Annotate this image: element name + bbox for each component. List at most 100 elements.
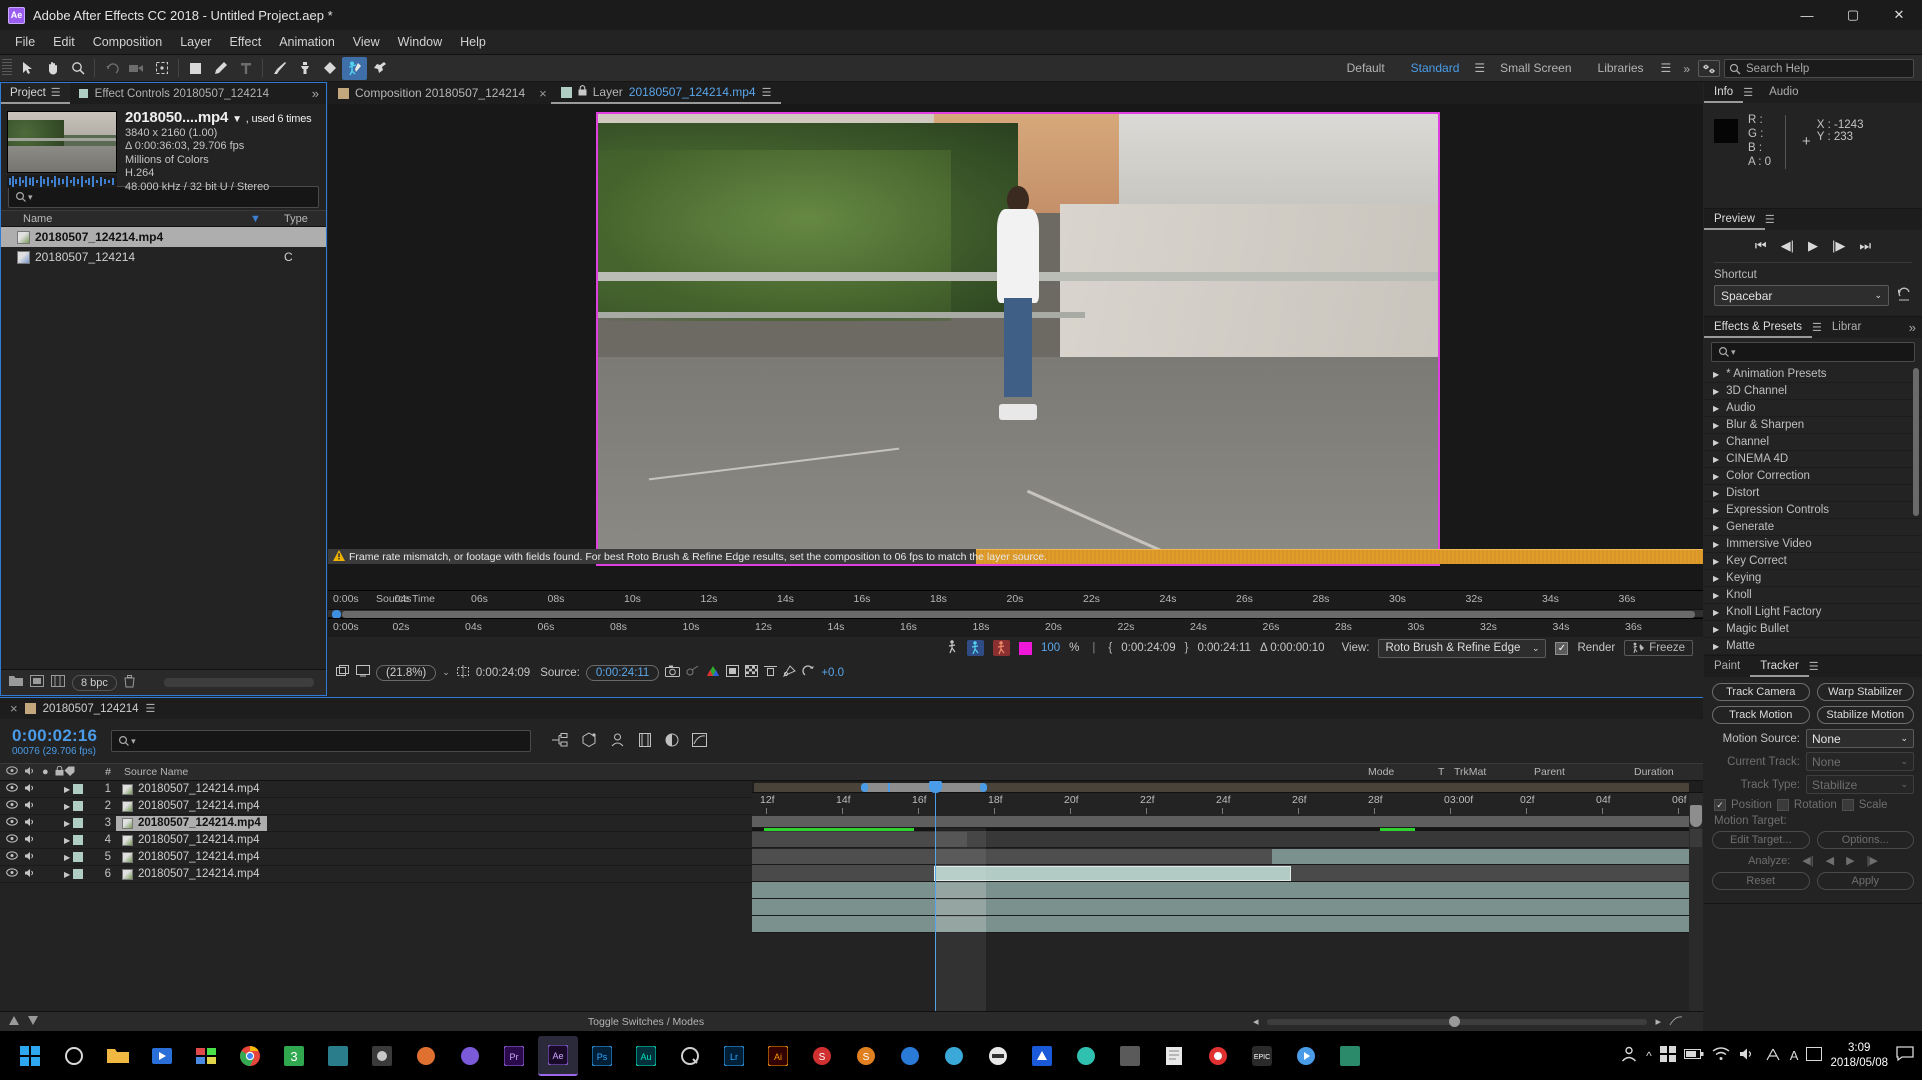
app-icon-orange[interactable]	[406, 1036, 446, 1076]
action-center-icon[interactable]	[1896, 1046, 1914, 1065]
app-icon-purple-circle[interactable]	[450, 1036, 490, 1076]
brush-tool-icon[interactable]	[267, 57, 292, 80]
expand-triangle-icon[interactable]: ▶	[1713, 574, 1719, 583]
eraser-tool-icon[interactable]	[317, 57, 342, 80]
expand-triangle-icon[interactable]: ▶	[1713, 642, 1719, 651]
stabilize-motion-button[interactable]: Stabilize Motion	[1817, 706, 1915, 724]
zoom-tool-icon[interactable]	[65, 57, 90, 80]
effects-category-item[interactable]: ▶Color Correction	[1704, 468, 1922, 485]
effects-category-item[interactable]: ▶Immersive Video	[1704, 536, 1922, 553]
layer-time-ruler[interactable]: 0:00s02s04s06s08s10s12s14s16s18s20s22s24…	[328, 618, 1703, 637]
expand-triangle-icon[interactable]: ▶	[1713, 438, 1719, 447]
record-icon[interactable]	[1198, 1036, 1238, 1076]
render-checkbox[interactable]: ✓	[1555, 642, 1568, 655]
zoom-chevron-icon[interactable]: ⌄	[442, 667, 450, 678]
effects-overflow-icon[interactable]: »	[1909, 320, 1922, 335]
effects-category-item[interactable]: ▶Generate	[1704, 519, 1922, 536]
layer-expand-triangle-icon[interactable]: ▶	[64, 853, 70, 862]
enable-frame-blending-icon[interactable]	[638, 733, 652, 750]
app-icon-colorful[interactable]	[186, 1036, 226, 1076]
keyframe-nav-icon[interactable]	[1690, 829, 1702, 847]
effects-panel-menu-icon[interactable]: ☰	[1812, 321, 1822, 334]
last-frame-button[interactable]: ⏭	[1859, 238, 1871, 254]
tray-battery-icon[interactable]	[1684, 1048, 1704, 1063]
start-button-icon[interactable]	[10, 1036, 50, 1076]
tab-audio[interactable]: Audio	[1759, 82, 1808, 103]
file-explorer-icon[interactable]	[98, 1036, 138, 1076]
viewer-scroll-track[interactable]	[342, 611, 1695, 618]
effects-category-item[interactable]: ▶Knoll	[1704, 587, 1922, 604]
effects-search-input[interactable]: ▾	[1711, 342, 1915, 362]
draft-3d-icon[interactable]	[581, 732, 597, 750]
effects-category-item[interactable]: ▶Knoll Light Factory	[1704, 604, 1922, 621]
track-row[interactable]	[752, 848, 1703, 865]
workspace-libraries[interactable]: Libraries	[1585, 55, 1657, 82]
timeline-vertical-scrollbar[interactable]	[1689, 793, 1703, 1011]
timeline-current-time[interactable]: 0:00:02:16 00076 (29.706 fps)	[0, 726, 97, 757]
layer-label-color[interactable]	[73, 784, 83, 794]
tab-preview[interactable]: Preview	[1704, 209, 1765, 230]
minimize-button[interactable]: —	[1784, 0, 1830, 30]
project-col-type[interactable]: Type	[284, 213, 326, 225]
always-preview-icon[interactable]	[336, 665, 350, 681]
layer-expand-triangle-icon[interactable]: ▶	[64, 785, 70, 794]
track-row[interactable]	[752, 831, 1703, 848]
layer-bar-selected[interactable]	[934, 866, 1291, 881]
app-icon-teal[interactable]	[318, 1036, 358, 1076]
first-frame-button[interactable]: ⏮	[1755, 238, 1767, 254]
app-icon-doc[interactable]	[1154, 1036, 1194, 1076]
menu-view[interactable]: View	[344, 32, 389, 52]
after-effects-icon[interactable]: Ae	[538, 1036, 578, 1076]
photoshop-icon[interactable]: Ps	[582, 1036, 622, 1076]
tray-user-icon[interactable]	[1620, 1045, 1638, 1066]
workspace-standard-menu-icon[interactable]: ☰	[1472, 55, 1487, 82]
tab-effects-presets[interactable]: Effects & Presets	[1704, 317, 1812, 338]
workspace-settings-icon[interactable]	[1698, 60, 1720, 77]
menu-animation[interactable]: Animation	[270, 32, 344, 52]
effects-category-item[interactable]: ▶Distort	[1704, 485, 1922, 502]
timeline-zoom-thumb[interactable]	[1449, 1016, 1460, 1027]
nav-start-handle[interactable]	[861, 783, 868, 792]
layer-audio-icon[interactable]	[24, 834, 36, 847]
project-col-name[interactable]: Name	[1, 213, 250, 225]
shortcut-select[interactable]: Spacebar ⌄	[1714, 285, 1889, 306]
effects-category-item[interactable]: ▶CINEMA 4D	[1704, 451, 1922, 468]
layer-expand-triangle-icon[interactable]: ▶	[64, 870, 70, 879]
menu-file[interactable]: File	[6, 32, 44, 52]
previous-frame-button[interactable]: ◀|	[1781, 238, 1794, 254]
workspace-default[interactable]: Default	[1334, 55, 1398, 82]
close-composition-tab-icon[interactable]: ×	[535, 86, 551, 101]
expand-triangle-icon[interactable]: ▶	[1713, 387, 1719, 396]
layer-label-color[interactable]	[73, 835, 83, 845]
app-icon-dark[interactable]	[362, 1036, 402, 1076]
layer-bar[interactable]	[752, 849, 1272, 864]
workspace-menu-icon[interactable]: ☰	[1657, 55, 1676, 82]
project-item-row[interactable]: 20180507_124214C	[1, 247, 326, 267]
source-time-ruler[interactable]: Source Time 0:00s04s06s08s10s12s14s16s18…	[328, 590, 1703, 609]
app-icon-3[interactable]: 3	[274, 1036, 314, 1076]
timeline-search-input[interactable]: ▾	[111, 730, 531, 752]
show-snapshot-icon[interactable]	[686, 665, 700, 680]
effects-category-item[interactable]: ▶Key Correct	[1704, 553, 1922, 570]
expand-triangle-icon[interactable]: ▶	[1713, 489, 1719, 498]
layer-bar[interactable]	[1272, 849, 1703, 864]
layer-audio-icon[interactable]	[24, 868, 36, 881]
transparency-grid-icon[interactable]	[745, 665, 758, 680]
view-mode-select[interactable]: Roto Brush & Refine Edge ⌄	[1378, 639, 1546, 658]
source-time-display[interactable]: 0:00:24:11	[586, 665, 660, 681]
cortana-icon[interactable]	[54, 1036, 94, 1076]
comp-marker-icon[interactable]	[1690, 805, 1702, 827]
info-panel-menu-icon[interactable]: ☰	[1743, 86, 1759, 99]
tab-tracker[interactable]: Tracker	[1750, 656, 1809, 677]
layer-audio-icon[interactable]	[24, 783, 36, 796]
tab-effect-controls[interactable]: Effect Controls 20180507_124214	[70, 83, 278, 104]
clock[interactable]: 3:09 2018/05/08	[1830, 1041, 1888, 1071]
layer-source-name[interactable]: 20180507_124214.mp4	[116, 799, 266, 814]
track-row[interactable]	[752, 882, 1703, 899]
camera-tool-icon[interactable]	[124, 57, 149, 80]
expand-triangle-icon[interactable]: ▶	[1713, 455, 1719, 464]
tab-composition[interactable]: Composition 20180507_124214	[328, 82, 535, 104]
expand-triangle-icon[interactable]: ▶	[1713, 472, 1719, 481]
menu-layer[interactable]: Layer	[171, 32, 220, 52]
app-icon-gradient[interactable]	[934, 1036, 974, 1076]
